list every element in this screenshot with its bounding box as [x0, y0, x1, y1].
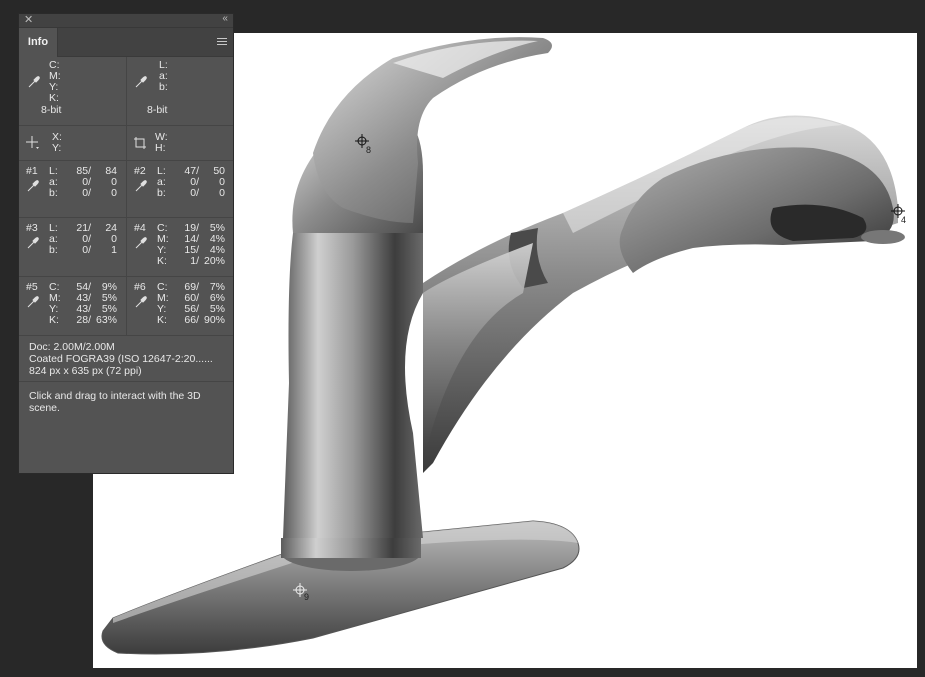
sampler-channel-label: K:	[157, 314, 167, 326]
sampler-id: #6	[134, 281, 146, 293]
position-y-label: Y:	[52, 142, 62, 154]
color-profile: Coated FOGRA39 (ISO 12647-2:20......	[29, 353, 213, 365]
eyedropper-icon[interactable]	[26, 236, 40, 250]
bit-depth-left: 8-bit	[41, 104, 62, 116]
position-size-section: X: Y: W: H:	[19, 126, 233, 161]
eyedropper-icon[interactable]	[134, 75, 148, 89]
panel-tab-bar: Info	[19, 28, 233, 57]
cmyk-k-label: K:	[49, 92, 59, 104]
sampler-value-after: 1	[111, 244, 117, 256]
hint-text: Click and drag to interact with the 3D s…	[19, 382, 233, 414]
sampler-channel-label: K:	[157, 255, 167, 267]
doc-dimensions: 824 px x 635 px (72 ppi)	[29, 365, 142, 377]
eyedropper-icon[interactable]	[26, 179, 40, 193]
sampler-marker-8-label: 8	[366, 145, 371, 155]
sampler-row-2: #3 L: 21/24 a: 0/0 b: 0/1 #4 C: 19/5% M: 14/4% Y: 15/…	[19, 218, 233, 277]
sampler-1: #1 L: 85/84 a: 0/0 b: 0/0	[19, 161, 126, 217]
sampler-channel-label: b:	[157, 187, 166, 199]
sampler-2: #2 L: 47/50 a: 0/0 b: 0/0	[127, 161, 234, 217]
sampler-3: #3 L: 21/24 a: 0/0 b: 0/1	[19, 218, 126, 276]
lab-b-label: b:	[159, 81, 168, 93]
sampler-value-before: 1/	[190, 255, 199, 267]
sampler-value-after: 0	[219, 187, 225, 199]
sampler-id: #5	[26, 281, 38, 293]
bit-depth-right: 8-bit	[147, 104, 168, 116]
hint-text-content: Click and drag to interact with the 3D s…	[29, 390, 201, 414]
panel-menu-icon[interactable]	[217, 38, 227, 46]
sampler-value-after: 63%	[95, 314, 117, 326]
sampler-value-before: 66/	[184, 314, 199, 326]
sampler-id: #2	[134, 165, 146, 177]
sampler-row-1: #1 L: 85/84 a: 0/0 b: 0/0 #2 L: 47/50 a: 0/0 b: 0/0	[19, 161, 233, 218]
sampler-id: #3	[26, 222, 38, 234]
sampler-value-before: 0/	[82, 244, 91, 256]
sampler-value-before: 28/	[76, 314, 91, 326]
sampler-value-after: 90%	[203, 314, 225, 326]
sampler-6: #6 C: 69/7% M: 60/6% Y: 56/5% K: 66/90%	[127, 277, 234, 335]
sampler-value-before: 0/	[190, 187, 199, 199]
sampler-value-after: 20%	[203, 255, 225, 267]
info-panel: ✕ ‹‹ Info C: M: Y: K: 8-bit L: a: b: 8-b…	[18, 13, 234, 474]
document-info: Doc: 2.00M/2.00M Coated FOGRA39 (ISO 126…	[19, 336, 233, 382]
sampler-row-3: #5 C: 54/9% M: 43/5% Y: 43/5% K: 28/63% #6 C: 69/7%…	[19, 277, 233, 336]
sampler-value-after: 0	[111, 187, 117, 199]
sampler-4: #4 C: 19/5% M: 14/4% Y: 15/4% K: 1/20%	[127, 218, 234, 276]
sampler-value-before: 0/	[82, 187, 91, 199]
eyedropper-icon[interactable]	[27, 75, 41, 89]
sampler-id: #4	[134, 222, 146, 234]
sampler-channel-label: b:	[49, 244, 58, 256]
eyedropper-icon[interactable]	[134, 295, 148, 309]
eyedropper-icon[interactable]	[26, 295, 40, 309]
eyedropper-icon[interactable]	[134, 179, 148, 193]
panel-title-bar[interactable]: ✕ ‹‹	[19, 13, 233, 28]
sampler-id: #1	[26, 165, 38, 177]
selection-size-icon	[134, 137, 146, 149]
sampler-marker-4-label: 4	[901, 215, 906, 225]
sampler-5: #5 C: 54/9% M: 43/5% Y: 43/5% K: 28/63%	[19, 277, 126, 335]
eyedropper-icon[interactable]	[134, 236, 148, 250]
size-h-label: H:	[155, 142, 166, 154]
sampler-channel-label: b:	[49, 187, 58, 199]
doc-size: Doc: 2.00M/2.00M	[29, 341, 115, 353]
crosshair-icon	[26, 136, 39, 149]
sampler-marker-9-label: 9	[304, 592, 309, 602]
color-readout-section: C: M: Y: K: 8-bit L: a: b: 8-bit	[19, 57, 233, 126]
close-icon[interactable]: ✕	[24, 13, 33, 26]
collapse-icon[interactable]: ‹‹	[222, 13, 228, 24]
tab-info[interactable]: Info	[19, 28, 58, 57]
sampler-channel-label: K:	[49, 314, 59, 326]
